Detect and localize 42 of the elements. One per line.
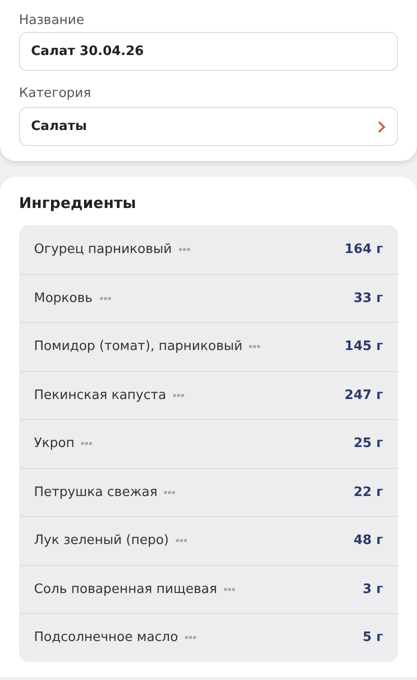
ingredient-name: Пекинская капуста [34,386,166,404]
more-icon[interactable] [176,539,187,542]
ingredient-row[interactable]: Морковь 33 г [19,274,398,322]
more-icon[interactable] [173,394,184,397]
ingredient-name: Петрушка свежая [34,484,158,502]
more-icon[interactable] [185,636,196,640]
ingredient-name: Подсолнечное масло [34,629,178,647]
ingredient-amount: 48 г [354,532,383,550]
ingredient-row[interactable]: Петрушка свежая 22 г [19,468,398,516]
ingredient-row[interactable]: Укроп 25 г [19,419,398,468]
field-label: Название [19,12,86,30]
ingredient-amount: 33 г [354,290,383,308]
ingredient-amount: 164 г [344,240,383,258]
more-icon[interactable] [164,490,176,494]
ingredient-row[interactable]: Огурец парниковый 164 г [19,225,398,274]
category-select[interactable]: Салаты [19,107,398,146]
chevron-right-icon [378,120,386,132]
ingredient-name: Морковь [34,290,93,308]
ingredient-name: Огурец парниковый [34,240,172,258]
ingredient-name: Помидор (томат), парниковый [34,338,242,356]
ingredient-amount: 22 г [354,484,383,502]
more-icon[interactable] [178,248,190,251]
ingredient-row[interactable]: Помидор (томат), парниковый 145 г [19,322,398,370]
ingredient-name: Укроп [34,435,74,453]
ingredient-name: Лук зеленый (перо) [34,532,169,550]
ingredient-amount: 25 г [354,435,383,453]
more-icon[interactable] [224,588,236,591]
section-title: Ингредиенты [19,193,138,214]
ingredient-row[interactable]: Пекинская капуста 247 г [19,370,398,419]
name-input-field[interactable]: Салат 30.04.26 [19,32,398,71]
more-icon[interactable] [81,442,92,446]
ingredient-name: Соль поваренная пищевая [34,580,218,598]
ingredient-row[interactable]: Лук зеленый (перо) 48 г [19,516,398,564]
ingredient-row[interactable]: Подсолнечное масло 5 г [19,613,398,662]
ingredient-amount: 5 г [362,629,383,647]
ingredient-amount: 145 г [344,338,383,356]
ingredient-amount: 3 г [362,580,383,598]
field-label: Категория [19,85,92,103]
ingredient-row[interactable]: Соль поваренная пищевая 3 г [19,564,398,613]
more-icon[interactable] [100,296,111,300]
more-icon[interactable] [249,345,260,348]
ingredient-amount: 247 г [344,386,383,404]
